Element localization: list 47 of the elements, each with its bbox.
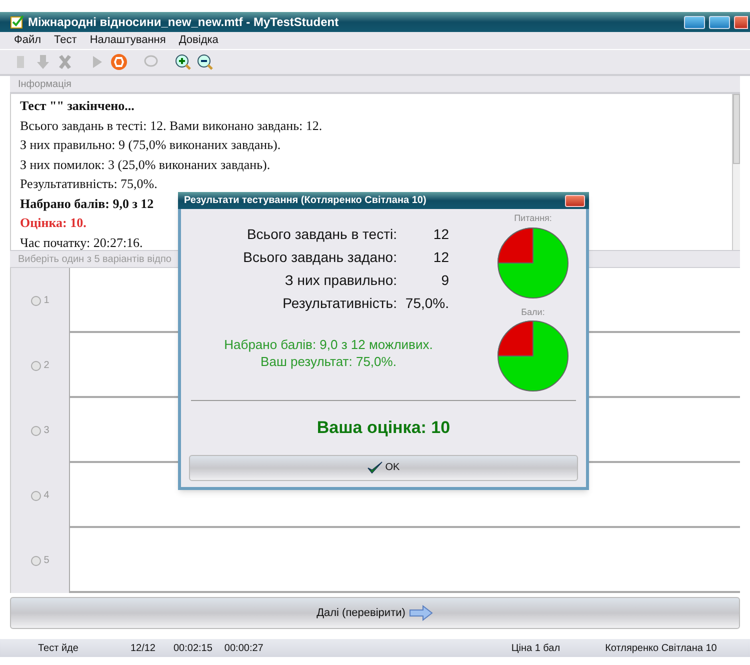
window-title: Міжнародні відносини_new_new.mtf - MyTestStudent xyxy=(28,14,339,31)
close-button[interactable] xyxy=(734,16,748,28)
status-text: 00:02:15 xyxy=(173,642,212,656)
info-line: Оцінка: 10. xyxy=(20,214,86,232)
chart-label: Бали: xyxy=(521,306,545,318)
score-text: Ваш результат: 75,0%. xyxy=(260,353,396,370)
stat-label: Результативність: xyxy=(282,295,397,311)
menu-item[interactable]: Тест xyxy=(54,32,77,49)
menu-item[interactable]: Налаштування xyxy=(90,32,166,49)
next-button[interactable]: Далі (перевірити) xyxy=(10,597,740,629)
panel-header: Інформація xyxy=(10,76,740,94)
score-text: Набрано балів: 9,0 з 12 можливих. xyxy=(224,336,433,353)
menu-item[interactable]: Файл xyxy=(14,32,42,49)
dialog-title: Результати тестування (Котляренко Світлана 10) xyxy=(184,194,426,208)
status-text: Тест йде xyxy=(38,642,78,656)
zoom-in-icon[interactable] xyxy=(174,53,192,71)
minimize-button[interactable] xyxy=(684,16,705,28)
stat-value: 9 xyxy=(440,272,450,288)
ok-button[interactable]: OK xyxy=(189,454,578,480)
chart-label: Питання: xyxy=(514,212,552,225)
info-line: Всього завдань в тесті: 12. Вами виконано завдань: 12. xyxy=(20,116,322,134)
status-text: 12/12 xyxy=(130,642,156,656)
info-line: З них помилок: 3 (25,0% виконаних завдань). xyxy=(20,156,270,174)
info-line: Час початку: 20:27:16. xyxy=(20,234,143,250)
info-line: Тест "" закінчено... xyxy=(20,97,134,115)
stat-value: 12 xyxy=(432,249,450,265)
status-text: 00:00:27 xyxy=(224,642,264,656)
stat-value: 75,0%. xyxy=(404,295,450,311)
stat-value: 12 xyxy=(432,226,450,242)
grade-text: Ваша оцінка: 10 xyxy=(316,417,450,439)
status-text: Ціна 1 бал xyxy=(511,642,560,656)
close-button[interactable] xyxy=(565,194,585,206)
status-text: Котляренко Світлана 10 xyxy=(605,642,717,656)
stat-label: Всього завдань задано: xyxy=(242,249,397,265)
checkbox-icon xyxy=(10,15,24,29)
menu-item[interactable]: Довідка xyxy=(178,32,218,49)
info-line: Набрано балів: 9,0 з 12 xyxy=(20,194,154,213)
checkmark-icon xyxy=(367,460,384,474)
stat-label: Всього завдань в тесті: xyxy=(246,226,397,242)
info-line: Результативність: 75,0%. xyxy=(20,175,158,193)
cross-icon[interactable] xyxy=(56,53,74,71)
maximize-button[interactable] xyxy=(709,16,730,28)
right-arrow-icon xyxy=(409,605,434,621)
stop-icon[interactable] xyxy=(110,53,128,71)
stat-label: З них правильно: xyxy=(284,272,397,288)
zoom-out-icon[interactable] xyxy=(196,53,214,71)
info-line: З них правильно: 9 (75,0% виконаних завдань). xyxy=(20,136,281,154)
